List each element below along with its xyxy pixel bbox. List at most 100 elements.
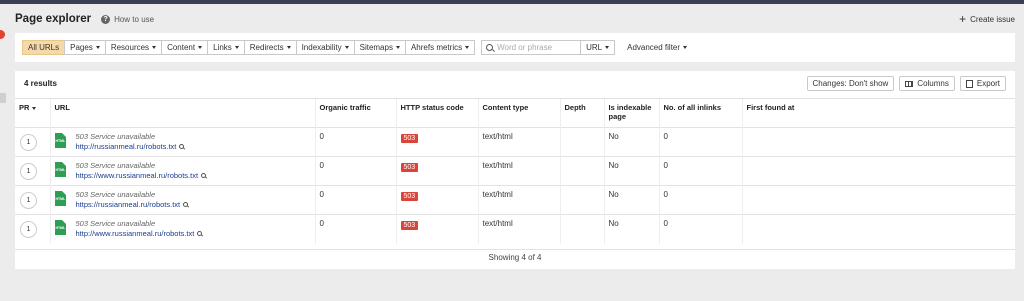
file-icon-label: HTML: [55, 197, 66, 201]
filter-pages[interactable]: Pages: [64, 40, 106, 55]
chevron-down-icon: [465, 46, 470, 49]
table-row: 1 HTML 503 Service unavailable http://www.…: [15, 214, 1015, 244]
filter-resources-label: Resources: [110, 43, 150, 52]
indexable-value: No: [603, 127, 659, 157]
ctype-value: text/html: [477, 156, 560, 186]
filter-bar: All URLs Pages Resources Content Links R…: [15, 33, 1015, 62]
filter-redirects[interactable]: Redirects: [243, 40, 297, 55]
create-issue-button[interactable]: + Create issue: [959, 13, 1015, 25]
indexable-value: No: [603, 214, 659, 244]
notification-dot: [0, 30, 5, 39]
inlinks-value[interactable]: 0: [658, 127, 742, 157]
organic-value: 0: [314, 214, 396, 244]
pr-value: 1: [20, 134, 37, 151]
status-badge: 503: [400, 163, 419, 172]
status-badge: 503: [400, 192, 419, 201]
filter-resources[interactable]: Resources: [104, 40, 163, 55]
inlinks-value[interactable]: 0: [658, 156, 742, 186]
filter-ahrefs-metrics[interactable]: Ahrefs metrics: [404, 40, 476, 55]
col-header-organic[interactable]: Organic traffic: [314, 98, 396, 128]
search-input[interactable]: [497, 43, 578, 52]
filter-redirects-label: Redirects: [249, 43, 284, 52]
ctype-value: text/html: [477, 127, 560, 157]
html-file-icon: HTML: [54, 162, 66, 177]
organic-value: 0: [314, 156, 396, 186]
changes-label: Changes: Don't show: [812, 79, 889, 88]
col-header-ctype[interactable]: Content type: [477, 98, 560, 128]
first-found-value: [741, 214, 1015, 244]
columns-button[interactable]: Columns: [899, 76, 955, 91]
url-link[interactable]: https://russianmeal.ru/robots.txt: [76, 200, 189, 209]
inlinks-value[interactable]: 0: [658, 214, 742, 244]
filter-sitemaps[interactable]: Sitemaps: [353, 40, 406, 55]
url-link[interactable]: http://russianmeal.ru/robots.txt: [76, 142, 185, 151]
depth-value: [559, 185, 604, 215]
filter-links[interactable]: Links: [207, 40, 245, 55]
export-button[interactable]: Export: [959, 76, 1006, 91]
filter-content-label: Content: [167, 43, 196, 52]
results-table: PR URL Organic traffic HTTP status code …: [15, 98, 1015, 244]
table-row: 1 HTML 503 Service unavailable https://www…: [15, 156, 1015, 186]
export-label: Export: [976, 79, 1000, 88]
table-row: 1 HTML 503 Service unavailable http://russ…: [15, 127, 1015, 157]
pagination-footer: Showing 4 of 4: [15, 249, 1015, 269]
search-icon: [486, 44, 494, 51]
url-select[interactable]: URL: [580, 40, 616, 55]
chevron-down-icon: [344, 46, 349, 49]
results-panel: 4 results Changes: Don't show Columns Ex…: [15, 71, 1015, 269]
chevron-down-icon: [234, 46, 239, 49]
search-field[interactable]: [481, 40, 582, 55]
col-header-depth[interactable]: Depth: [559, 98, 604, 128]
col-header-url[interactable]: URL: [49, 98, 315, 128]
file-icon-label: HTML: [55, 168, 66, 172]
page-header: Page explorer ? How to use + Create issu…: [15, 12, 1015, 26]
col-header-first-found[interactable]: First found at: [741, 98, 1015, 128]
status-badge: 503: [400, 221, 419, 230]
url-text: https://russianmeal.ru/robots.txt: [75, 200, 181, 209]
filter-metrics-label: Ahrefs metrics: [410, 43, 463, 52]
chevron-down-icon: [198, 46, 203, 49]
url-text: http://russianmeal.ru/robots.txt: [75, 142, 177, 151]
col-header-pr[interactable]: PR: [15, 98, 50, 128]
chevron-down-icon: [395, 46, 400, 49]
how-to-use-link[interactable]: ? How to use: [101, 14, 154, 24]
filter-pages-label: Pages: [70, 43, 93, 52]
url-link[interactable]: https://www.russianmeal.ru/robots.txt: [76, 171, 207, 180]
top-window-strip: [0, 0, 1024, 4]
url-text: https://www.russianmeal.ru/robots.txt: [75, 171, 199, 180]
advanced-filter-button[interactable]: Advanced filter: [627, 43, 688, 52]
url-link[interactable]: http://www.russianmeal.ru/robots.txt: [76, 229, 203, 238]
organic-value: 0: [314, 185, 396, 215]
first-found-value: [741, 127, 1015, 157]
columns-icon: [905, 80, 914, 87]
filter-content[interactable]: Content: [161, 40, 209, 55]
inspect-search-icon[interactable]: [201, 173, 207, 178]
columns-label: Columns: [917, 79, 949, 88]
sort-down-icon: [32, 107, 37, 110]
changes-button[interactable]: Changes: Don't show: [806, 76, 895, 91]
inspect-search-icon[interactable]: [179, 144, 185, 149]
page-title-text: 503 Service unavailable: [75, 219, 156, 228]
page-title-text: 503 Service unavailable: [75, 132, 156, 141]
filter-indexability[interactable]: Indexability: [295, 40, 355, 55]
file-icon-label: HTML: [55, 226, 66, 230]
results-count: 4 results: [24, 79, 57, 88]
first-found-value: [741, 185, 1015, 215]
file-icon-label: HTML: [55, 139, 66, 143]
advanced-filter-label: Advanced filter: [627, 43, 681, 52]
depth-value: [559, 214, 604, 244]
html-file-icon: HTML: [54, 220, 66, 235]
inspect-search-icon[interactable]: [197, 231, 203, 236]
pr-value: 1: [20, 163, 37, 180]
col-header-indexable[interactable]: Is indexable page: [603, 98, 659, 128]
filter-all-urls[interactable]: All URLs: [22, 40, 66, 55]
indexable-value: No: [603, 185, 659, 215]
sidebar-collapse-handle[interactable]: [0, 93, 6, 103]
depth-value: [559, 156, 604, 186]
inspect-search-icon[interactable]: [183, 202, 189, 207]
col-header-inlinks[interactable]: No. of all inlinks: [658, 98, 742, 128]
chevron-down-icon: [605, 46, 610, 49]
create-issue-label: Create issue: [970, 14, 1015, 24]
inlinks-value[interactable]: 0: [658, 185, 742, 215]
col-header-status[interactable]: HTTP status code: [395, 98, 478, 128]
